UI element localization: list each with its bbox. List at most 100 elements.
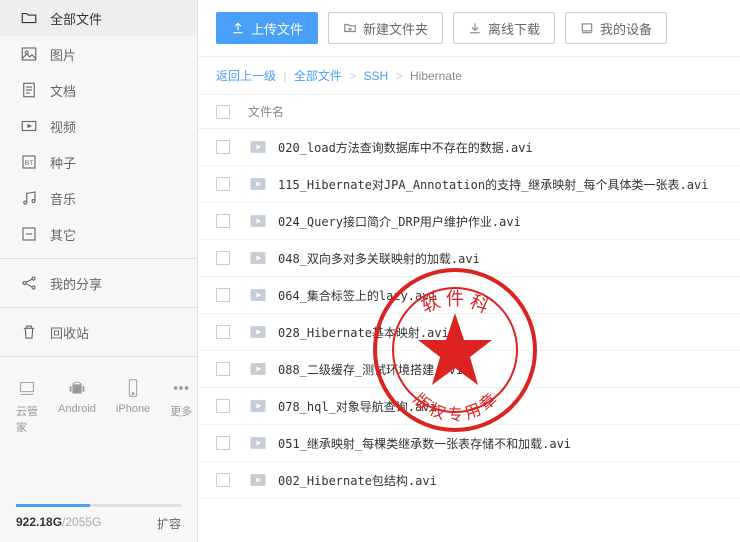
upload-button[interactable]: 上传文件 xyxy=(216,12,318,44)
storage-total: /2055G xyxy=(62,515,101,529)
trash-icon xyxy=(20,323,38,341)
sidebar-item-trash[interactable]: 回收站 xyxy=(0,314,197,350)
sidebar-item-label: 我的分享 xyxy=(50,274,102,293)
platform-iphone[interactable]: iPhone xyxy=(116,377,150,435)
file-checkbox[interactable] xyxy=(216,140,230,154)
sidebar-item-label: 全部文件 xyxy=(50,9,102,28)
expand-link[interactable]: 扩容 xyxy=(157,515,181,532)
file-name: 115_Hibernate对JPA_Annotation的支持_继承映射_每个具… xyxy=(278,176,708,193)
file-row[interactable]: 088_二级缓存_测试环境搭建.avi xyxy=(198,351,740,388)
file-checkbox[interactable] xyxy=(216,251,230,265)
video-file-icon xyxy=(248,248,268,268)
file-row[interactable]: 024_Query接口简介_DRP用户维护作业.avi xyxy=(198,203,740,240)
breadcrumb-all[interactable]: 全部文件 xyxy=(294,69,342,83)
new-folder-button[interactable]: 新建文件夹 xyxy=(328,12,443,44)
file-name: 064_集合标签上的lazy.avi xyxy=(278,287,437,304)
file-row[interactable]: 020_load方法查询数据库中不存在的数据.avi xyxy=(198,129,740,166)
platform-android[interactable]: Android xyxy=(58,377,96,435)
video-file-icon xyxy=(248,396,268,416)
breadcrumb-back[interactable]: 返回上一级 xyxy=(216,69,276,83)
file-name: 051_继承映射_每棵类继承数一张表存储不和加载.avi xyxy=(278,435,571,452)
sidebar-item-videos[interactable]: 视频 xyxy=(0,108,197,144)
file-row[interactable]: 002_Hibernate包结构.avi xyxy=(198,462,740,499)
cloud-icon xyxy=(16,377,38,399)
breadcrumb-current: Hibernate xyxy=(410,69,462,83)
file-row[interactable]: 064_集合标签上的lazy.avi xyxy=(198,277,740,314)
sidebar-item-label: 图片 xyxy=(50,45,76,64)
file-checkbox[interactable] xyxy=(216,177,230,191)
file-checkbox[interactable] xyxy=(216,214,230,228)
platform-more[interactable]: 更多 xyxy=(170,377,192,435)
file-checkbox[interactable] xyxy=(216,436,230,450)
breadcrumb-ssh[interactable]: SSH xyxy=(364,69,389,83)
new-folder-icon xyxy=(343,21,357,35)
video-file-icon xyxy=(248,285,268,305)
video-file-icon xyxy=(248,359,268,379)
storage-info: 922.18G/2055G 扩容 xyxy=(0,494,197,542)
sidebar-item-label: 种子 xyxy=(50,153,76,172)
file-list-header: 文件名 xyxy=(198,95,740,129)
sidebar-item-label: 回收站 xyxy=(50,323,89,342)
platform-cloud[interactable]: 云管家 xyxy=(16,377,38,435)
video-file-icon xyxy=(248,433,268,453)
sidebar-item-other[interactable]: 其它 xyxy=(0,216,197,252)
file-checkbox[interactable] xyxy=(216,288,230,302)
storage-used: 922.18G xyxy=(16,515,62,529)
video-file-icon xyxy=(248,211,268,231)
sidebar-item-seeds[interactable]: BT 种子 xyxy=(0,144,197,180)
sidebar-item-all-files[interactable]: 全部文件 xyxy=(0,0,197,36)
sidebar-item-label: 视频 xyxy=(50,117,76,136)
download-icon xyxy=(468,21,482,35)
toolbar: 上传文件 新建文件夹 离线下载 我的设备 xyxy=(198,0,740,57)
file-name: 020_load方法查询数据库中不存在的数据.avi xyxy=(278,139,533,156)
file-name: 028_Hibernate基本映射.avi xyxy=(278,324,449,341)
file-row[interactable]: 028_Hibernate基本映射.avi xyxy=(198,314,740,351)
video-file-icon xyxy=(248,137,268,157)
file-checkbox[interactable] xyxy=(216,362,230,376)
platforms: 云管家 Android iPhone 更多 xyxy=(0,363,197,449)
offline-download-button[interactable]: 离线下载 xyxy=(453,12,555,44)
my-device-button[interactable]: 我的设备 xyxy=(565,12,667,44)
file-row[interactable]: 115_Hibernate对JPA_Annotation的支持_继承映射_每个具… xyxy=(198,166,740,203)
file-checkbox[interactable] xyxy=(216,473,230,487)
file-row[interactable]: 051_继承映射_每棵类继承数一张表存储不和加载.avi xyxy=(198,425,740,462)
select-all-checkbox[interactable] xyxy=(216,105,230,119)
file-name: 024_Query接口简介_DRP用户维护作业.avi xyxy=(278,213,521,230)
document-icon xyxy=(20,81,38,99)
sidebar-item-label: 其它 xyxy=(50,225,76,244)
sidebar-item-share[interactable]: 我的分享 xyxy=(0,265,197,301)
column-filename[interactable]: 文件名 xyxy=(248,103,284,120)
main-content: 上传文件 新建文件夹 离线下载 我的设备 返回上一级 | 全部文件 > SSH … xyxy=(198,0,740,542)
other-icon xyxy=(20,225,38,243)
file-checkbox[interactable] xyxy=(216,325,230,339)
sidebar-item-label: 音乐 xyxy=(50,189,76,208)
sidebar-item-documents[interactable]: 文档 xyxy=(0,72,197,108)
sidebar-item-music[interactable]: 音乐 xyxy=(0,180,197,216)
file-row[interactable]: 048_双向多对多关联映射的加载.avi xyxy=(198,240,740,277)
file-checkbox[interactable] xyxy=(216,399,230,413)
file-name: 088_二级缓存_测试环境搭建.avi xyxy=(278,361,463,378)
upload-icon xyxy=(231,21,245,35)
folder-icon xyxy=(20,9,38,27)
file-name: 048_双向多对多关联映射的加载.avi xyxy=(278,250,480,267)
svg-text:BT: BT xyxy=(25,160,34,167)
file-row[interactable]: 078_hql_对象导航查询.avi xyxy=(198,388,740,425)
android-icon xyxy=(66,377,88,399)
video-file-icon xyxy=(248,470,268,490)
file-list: 020_load方法查询数据库中不存在的数据.avi 115_Hibernate… xyxy=(198,129,740,542)
video-file-icon xyxy=(248,174,268,194)
music-icon xyxy=(20,189,38,207)
sidebar-item-label: 文档 xyxy=(50,81,76,100)
sidebar-item-images[interactable]: 图片 xyxy=(0,36,197,72)
iphone-icon xyxy=(122,377,144,399)
file-name: 078_hql_对象导航查询.avi xyxy=(278,398,437,415)
breadcrumb: 返回上一级 | 全部文件 > SSH > Hibernate xyxy=(198,57,740,95)
image-icon xyxy=(20,45,38,63)
video-icon xyxy=(20,117,38,135)
share-icon xyxy=(20,274,38,292)
device-icon xyxy=(580,21,594,35)
sidebar: 全部文件 图片 文档 视频 BT 种子 音乐 xyxy=(0,0,198,542)
storage-bar xyxy=(16,504,181,507)
video-file-icon xyxy=(248,322,268,342)
file-name: 002_Hibernate包结构.avi xyxy=(278,472,437,489)
